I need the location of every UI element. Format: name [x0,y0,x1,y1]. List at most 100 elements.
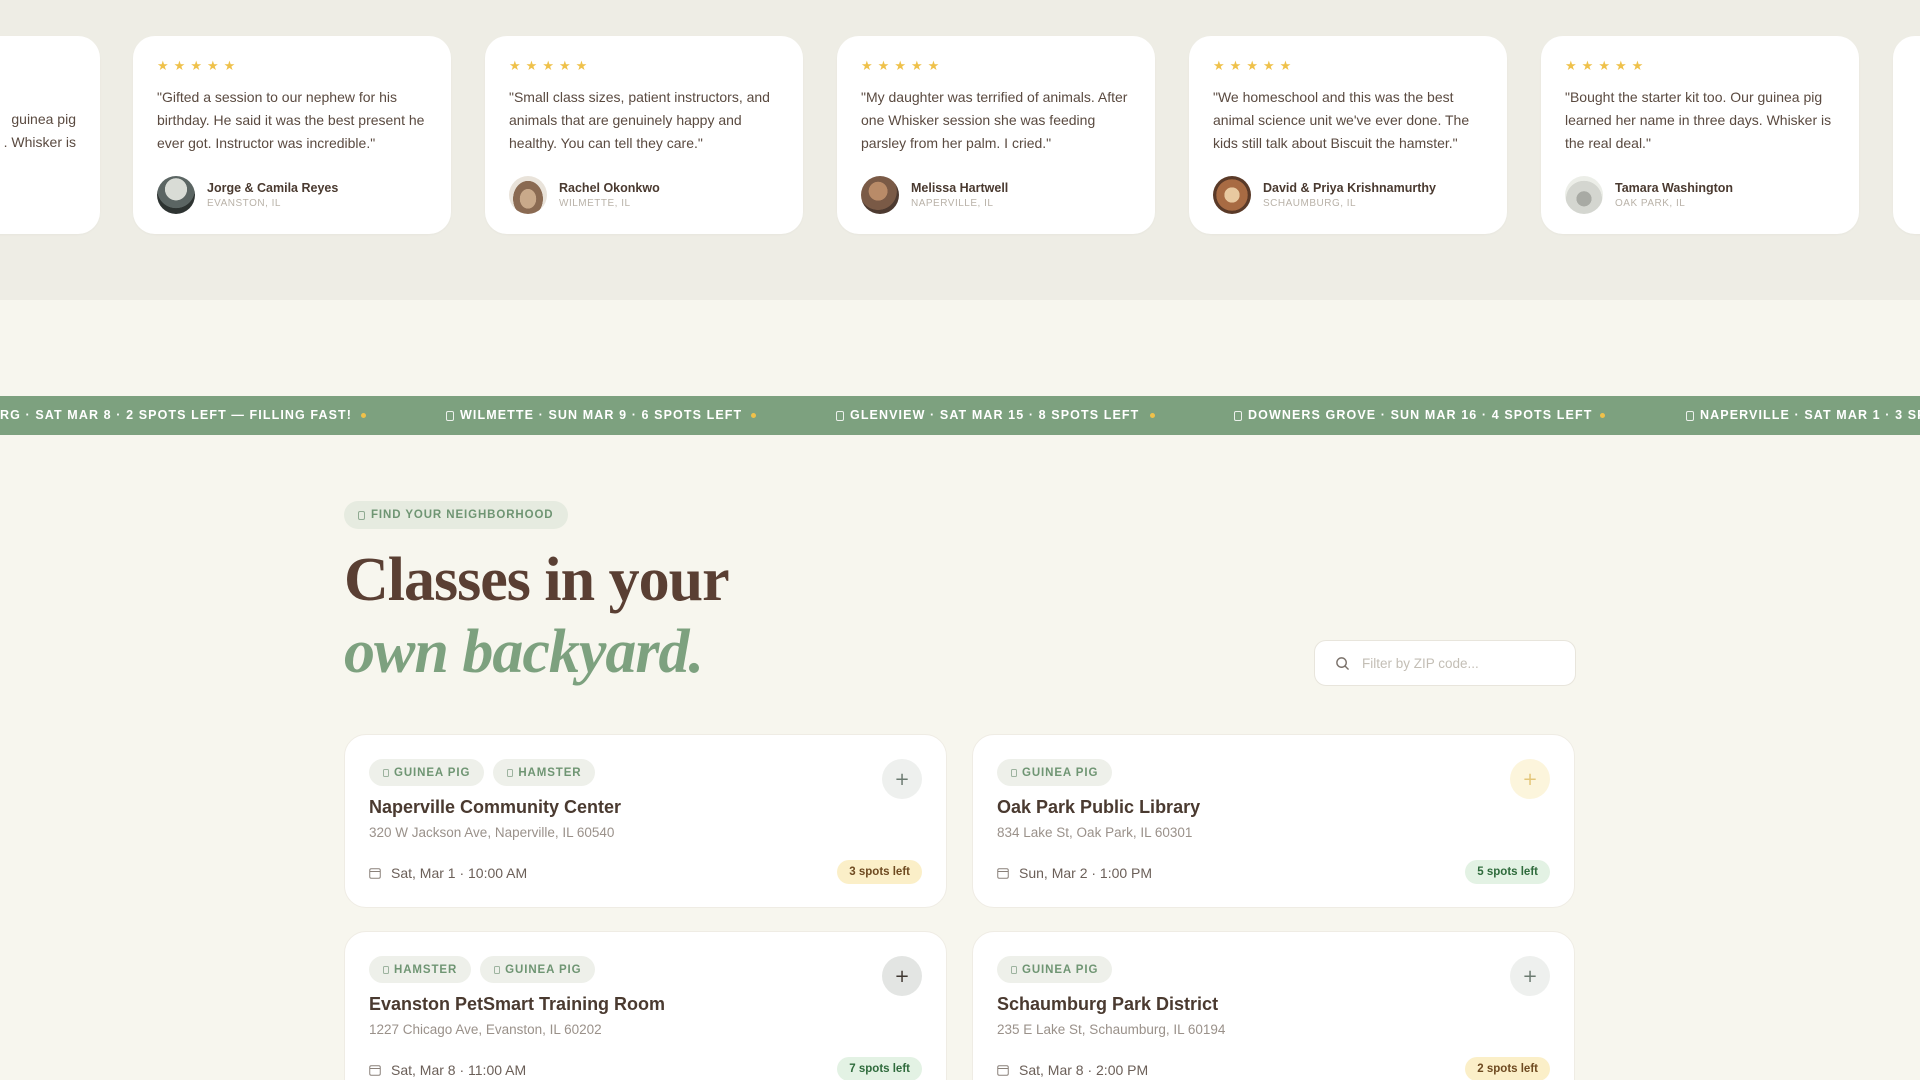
tag-label: GUINEA PIG [1022,766,1099,779]
venue-address: 834 Lake St, Oak Park, IL 60301 [997,825,1193,840]
avatar [509,176,547,214]
testimonial-quote: "My daughter was terrified of animals. A… [861,89,1128,151]
ticker-item: RG · SAT MAR 8 · 2 SPOTS LEFT — FILLING … [0,396,352,435]
testimonial-card: ★ ★ ★ ★ ★ "My daughter was terrified of … [837,36,1155,234]
class-datetime: Sat, Mar 1 · 10:00 AM [369,865,527,881]
testimonial-card: ★ ★ ★ ★ ★ "Small class sizes, patient in… [485,36,803,234]
class-card[interactable]: GUINEA PIG + Oak Park Public Library 834… [972,734,1575,908]
author-name: Melissa Hartwell [911,181,1009,195]
spots-badge: 3 spots left [837,860,922,884]
testimonials-carousel[interactable]: guinea pig. Whisker is ★ ★ ★ ★ ★ "Gifted… [0,0,1920,300]
calendar-icon [997,1065,1009,1076]
class-card[interactable]: GUINEA PIG HAMSTER + Naperville Communit… [344,734,947,908]
add-class-button[interactable]: + [1510,956,1550,996]
star-icon: ★ [861,58,873,74]
animal-tags: GUINEA PIG HAMSTER [369,759,596,786]
plus-icon: + [894,965,910,987]
author-name: Tamara Washington [1615,181,1734,195]
testimonial-card [1893,36,1920,234]
avatar [1565,176,1603,214]
tag-label: GUINEA PIG [1022,963,1099,976]
star-icon: ★ [1279,58,1292,74]
animal-tag: HAMSTER [493,759,596,786]
paw-icon [1011,965,1017,974]
paw-icon [1011,768,1017,777]
pin-icon [358,510,365,520]
ticker-separator-dot [361,413,366,418]
star-icon: ★ [190,58,202,74]
testimonial-author: Tamara Washington OAK PARK, IL [1565,176,1835,214]
ticker-text: WILMETTE · SUN MAR 9 · 6 SPOTS LEFT [460,408,743,422]
author-location: SCHAUMBURG, IL [1263,198,1357,209]
testimonial-author: David & Priya Krishnamurthy SCHAUMBURG, … [1213,176,1483,214]
date-text: Sun, Mar 2 · 1:00 PM [1019,865,1153,881]
ticker-separator-dot [1150,413,1155,418]
class-card[interactable]: GUINEA PIG + Schaumburg Park District 23… [972,931,1575,1080]
star-icon: ★ [910,58,923,74]
date-text: Sat, Mar 8 · 2:00 PM [1019,1062,1149,1078]
tag-label: GUINEA PIG [394,766,471,779]
spots-badge: 5 spots left [1465,860,1550,884]
ticker-text: RG · SAT MAR 8 · 2 SPOTS LEFT — FILLING … [0,408,353,422]
testimonial-quote: "Small class sizes, patient instructors,… [509,89,770,151]
heading-line-1: Classes in your [344,546,730,614]
date-text: Sat, Mar 1 · 10:00 AM [391,865,528,881]
pin-icon [1234,410,1242,421]
star-icon: ★ [1213,58,1225,74]
testimonial-quote: "Bought the starter kit too. Our guinea … [1565,89,1832,151]
add-class-button[interactable]: + [1510,759,1550,799]
paw-icon [507,768,514,777]
spots-badge: 7 spots left [837,1057,922,1080]
ticker-separator-dot [751,413,756,418]
venue-name: Naperville Community Center [369,797,622,817]
avatar [157,176,195,214]
ticker-separator-dot [1600,413,1605,418]
ticker-text: DOWNERS GROVE · SUN MAR 16 · 4 SPOTS LEF… [1248,408,1593,422]
class-card[interactable]: HAMSTER GUINEA PIG + Evanston PetSmart T… [344,931,947,1080]
date-text: Sat, Mar 8 · 11:00 AM [391,1062,527,1078]
tag-label: HAMSTER [394,963,458,976]
star-icon: ★ [525,58,538,74]
star-icon: ★ [223,58,236,74]
star-icon: ★ [1246,58,1258,74]
testimonial-quote: "We homeschool and this was the best ani… [1213,89,1470,151]
testimonial-quote: guinea pig. Whisker is [3,111,76,150]
paw-icon [494,965,501,974]
star-icon: ★ [1581,58,1594,74]
star-rating: ★ ★ ★ ★ ★ [509,58,779,74]
testimonial-card: ★ ★ ★ ★ ★ "Gifted a session to our nephe… [133,36,451,234]
pin-icon [836,410,844,421]
author-location: EVANSTON, IL [207,198,281,209]
add-class-button[interactable]: + [882,759,922,799]
animal-tags: GUINEA PIG [997,759,1113,786]
animal-tag: GUINEA PIG [997,759,1113,786]
zip-search-box[interactable] [1314,640,1576,686]
tag-label: GUINEA PIG [505,963,582,976]
author-location: WILMETTE, IL [559,198,631,209]
calendar-icon [369,868,381,879]
zip-search-input[interactable] [1362,655,1562,671]
ticker-item: GLENVIEW · SAT MAR 15 · 8 SPOTS LEFT [836,396,1139,435]
venue-name: Oak Park Public Library [997,797,1201,817]
star-rating: ★ ★ ★ ★ ★ [1565,58,1835,74]
plus-icon: + [1522,965,1538,987]
animal-tag: GUINEA PIG [480,956,596,983]
ticker-item: DOWNERS GROVE · SUN MAR 16 · 4 SPOTS LEF… [1234,396,1592,435]
paw-icon [383,965,389,974]
animal-tag: GUINEA PIG [997,956,1113,983]
avatar [1213,176,1251,214]
testimonial-author: Melissa Hartwell NAPERVILLE, IL [861,176,1131,214]
add-class-button[interactable]: + [882,956,922,996]
author-name: Rachel Okonkwo [559,181,660,195]
star-icon: ★ [509,58,521,74]
testimonial-card: ★ ★ ★ ★ ★ "We homeschool and this was th… [1189,36,1507,234]
pin-icon [446,410,454,421]
heading-line-2: own backyard. [344,618,704,686]
star-icon: ★ [877,58,890,74]
ticker-text: GLENVIEW · SAT MAR 15 · 8 SPOTS LEFT [850,408,1140,422]
ticker-text: NAPERVILLE · SAT MAR 1 · 3 SP [1700,408,1920,422]
star-icon: ★ [558,58,571,74]
venue-name: Evanston PetSmart Training Room [369,994,666,1014]
testimonial-author: Jorge & Camila Reyes EVANSTON, IL [157,176,427,214]
star-icon: ★ [1614,58,1627,74]
